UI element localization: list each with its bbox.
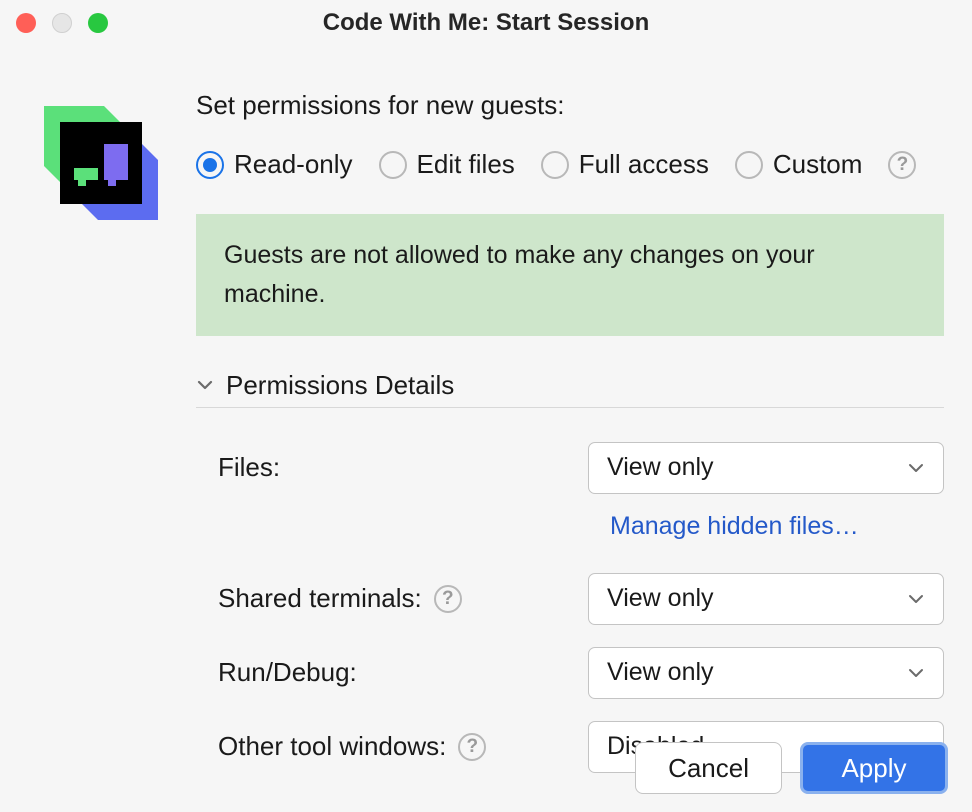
select-value: View only xyxy=(607,658,714,687)
minimize-window-button[interactable] xyxy=(52,13,72,33)
run-debug-label: Run/Debug: xyxy=(218,657,357,688)
radio-label: Full access xyxy=(579,149,709,180)
window-title: Code With Me: Start Session xyxy=(323,9,649,37)
maximize-window-button[interactable] xyxy=(88,13,108,33)
manage-hidden-files-link[interactable]: Manage hidden files… xyxy=(610,512,859,540)
radio-label: Edit files xyxy=(417,149,515,180)
chevron-down-icon xyxy=(196,376,214,394)
app-icon xyxy=(36,98,166,228)
radio-icon xyxy=(379,151,407,179)
radio-read-only[interactable]: Read-only xyxy=(196,149,353,180)
row-shared-terminals: Shared terminals: ? View only xyxy=(218,573,944,625)
permissions-heading: Set permissions for new guests: xyxy=(196,90,944,121)
radio-label: Custom xyxy=(773,149,863,180)
radio-icon xyxy=(541,151,569,179)
info-banner: Guests are not allowed to make any chang… xyxy=(196,214,944,336)
shared-terminals-select[interactable]: View only xyxy=(588,573,944,625)
close-window-button[interactable] xyxy=(16,13,36,33)
chevron-down-icon xyxy=(907,664,925,682)
permissions-details-toggle[interactable]: Permissions Details xyxy=(196,370,944,408)
details-header-label: Permissions Details xyxy=(226,370,454,401)
permission-radio-group: Read-only Edit files Full access Custom … xyxy=(196,149,944,180)
help-icon[interactable]: ? xyxy=(458,733,486,761)
apply-button[interactable]: Apply xyxy=(800,742,948,794)
row-run-debug: Run/Debug: View only xyxy=(218,647,944,699)
radio-icon xyxy=(196,151,224,179)
shared-terminals-label: Shared terminals: xyxy=(218,583,422,614)
help-icon[interactable]: ? xyxy=(434,585,462,613)
radio-custom[interactable]: Custom xyxy=(735,149,863,180)
row-files: Files: View only xyxy=(218,442,944,494)
dialog-footer: Cancel Apply xyxy=(635,742,948,794)
chevron-down-icon xyxy=(907,459,925,477)
files-label: Files: xyxy=(218,452,280,483)
titlebar: Code With Me: Start Session xyxy=(0,0,972,46)
radio-label: Read-only xyxy=(234,149,353,180)
radio-icon xyxy=(735,151,763,179)
help-icon[interactable]: ? xyxy=(888,151,916,179)
other-tool-windows-label: Other tool windows: xyxy=(218,731,446,762)
radio-full-access[interactable]: Full access xyxy=(541,149,709,180)
chevron-down-icon xyxy=(907,590,925,608)
select-value: View only xyxy=(607,453,714,482)
run-debug-select[interactable]: View only xyxy=(588,647,944,699)
cancel-button[interactable]: Cancel xyxy=(635,742,782,794)
traffic-lights xyxy=(16,13,108,33)
radio-edit-files[interactable]: Edit files xyxy=(379,149,515,180)
select-value: View only xyxy=(607,584,714,613)
files-select[interactable]: View only xyxy=(588,442,944,494)
